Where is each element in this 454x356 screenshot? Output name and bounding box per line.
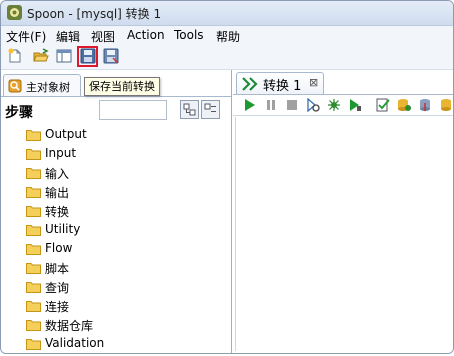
verify-icon[interactable] (376, 98, 390, 112)
right-panel: 转换 1 ⊠ (233, 70, 453, 353)
menu-file[interactable]: 文件(F) (6, 28, 46, 45)
tree-item-label: Validation (45, 336, 105, 350)
left-panel: 主对象树 步骤 Output Input 输入 输出 转换 Utility Fl… (1, 70, 232, 353)
debug-icon[interactable] (327, 98, 341, 112)
object-tree-icon (8, 79, 22, 93)
explore-db-icon[interactable] (439, 98, 453, 112)
window-title: Spoon - [mysql] 转换 1 (27, 7, 162, 21)
folder-icon (26, 339, 41, 350)
collapse-tree-icon (204, 103, 216, 112)
spoon-app-icon (7, 5, 22, 20)
replay-icon[interactable] (348, 98, 362, 112)
collapse-all-button[interactable] (201, 100, 220, 119)
folder-icon (26, 282, 41, 293)
tree-item-label: Utility (45, 222, 81, 236)
tree-item-label: 查询 (45, 281, 70, 295)
menu-help[interactable]: 帮助 (216, 28, 240, 45)
transformation-icon (242, 77, 258, 91)
transformation-canvas[interactable] (235, 117, 452, 351)
menu-view[interactable]: 视图 (91, 28, 115, 45)
preview-icon[interactable] (306, 98, 320, 112)
save-tooltip: 保存当前转换 (84, 77, 160, 96)
menu-edit[interactable]: 编辑 (56, 28, 80, 45)
tree-item-label: 脚本 (45, 262, 70, 276)
new-file-button[interactable] (6, 47, 25, 66)
open-folder-icon (33, 48, 49, 62)
folder-icon (26, 301, 41, 312)
menu-bar: 文件(F) 编辑 视图 Action Tools 帮助 (1, 26, 453, 45)
transformation-toolbar (233, 95, 453, 115)
tree-item-label: Input (45, 146, 77, 160)
expand-tree-icon (183, 103, 196, 116)
expand-all-button[interactable] (180, 100, 199, 119)
save-as-icon (103, 48, 119, 64)
menu-action[interactable]: Action (127, 28, 165, 42)
tab-main-object-tree-label: 主对象树 (26, 81, 70, 94)
folder-icon (26, 225, 41, 236)
tab-transformation-label: 转换 1 (263, 79, 302, 94)
explore-button[interactable] (55, 47, 74, 66)
tree-item-label: 转换 (45, 205, 70, 219)
main-toolbar (1, 45, 453, 70)
menu-tools[interactable]: Tools (174, 28, 204, 42)
explore-repository-icon (56, 49, 72, 63)
tree-item-label: 输出 (45, 186, 70, 200)
stop-icon[interactable] (285, 98, 299, 112)
tree-item-label: Flow (45, 241, 73, 255)
steps-search-input[interactable] (99, 100, 167, 120)
folder-icon (26, 149, 41, 160)
impact-icon[interactable] (397, 98, 411, 112)
tree-item-label: 连接 (45, 300, 70, 314)
spoon-window: Spoon - [mysql] 转换 1 文件(F) 编辑 视图 Action … (0, 0, 454, 354)
pause-icon[interactable] (264, 98, 278, 112)
folder-icon (26, 244, 41, 255)
folder-icon (26, 263, 41, 274)
tree-item-label: 输入 (45, 167, 70, 181)
save-highlight-box (77, 46, 98, 67)
folder-icon (26, 130, 41, 141)
folder-icon (26, 320, 41, 331)
title-bar: Spoon - [mysql] 转换 1 (1, 1, 453, 26)
folder-icon (26, 187, 41, 198)
sql-icon[interactable] (418, 98, 432, 112)
close-tab-icon[interactable]: ⊠ (309, 76, 318, 89)
tab-transformation-1[interactable]: 转换 1 ⊠ (236, 72, 324, 95)
tree-item-label: Output (45, 127, 87, 141)
open-button[interactable] (32, 47, 51, 66)
tab-main-object-tree[interactable]: 主对象树 (3, 74, 81, 97)
save-as-button[interactable] (102, 47, 121, 66)
tree-item-label: 数据仓库 (45, 319, 94, 333)
new-file-icon (8, 48, 21, 63)
steps-heading: 步骤 (5, 105, 33, 121)
folder-icon (26, 168, 41, 179)
folder-icon (26, 206, 41, 217)
run-icon[interactable] (243, 98, 257, 112)
right-toolbar-divider (233, 115, 453, 116)
left-tab-strip (1, 96, 231, 97)
